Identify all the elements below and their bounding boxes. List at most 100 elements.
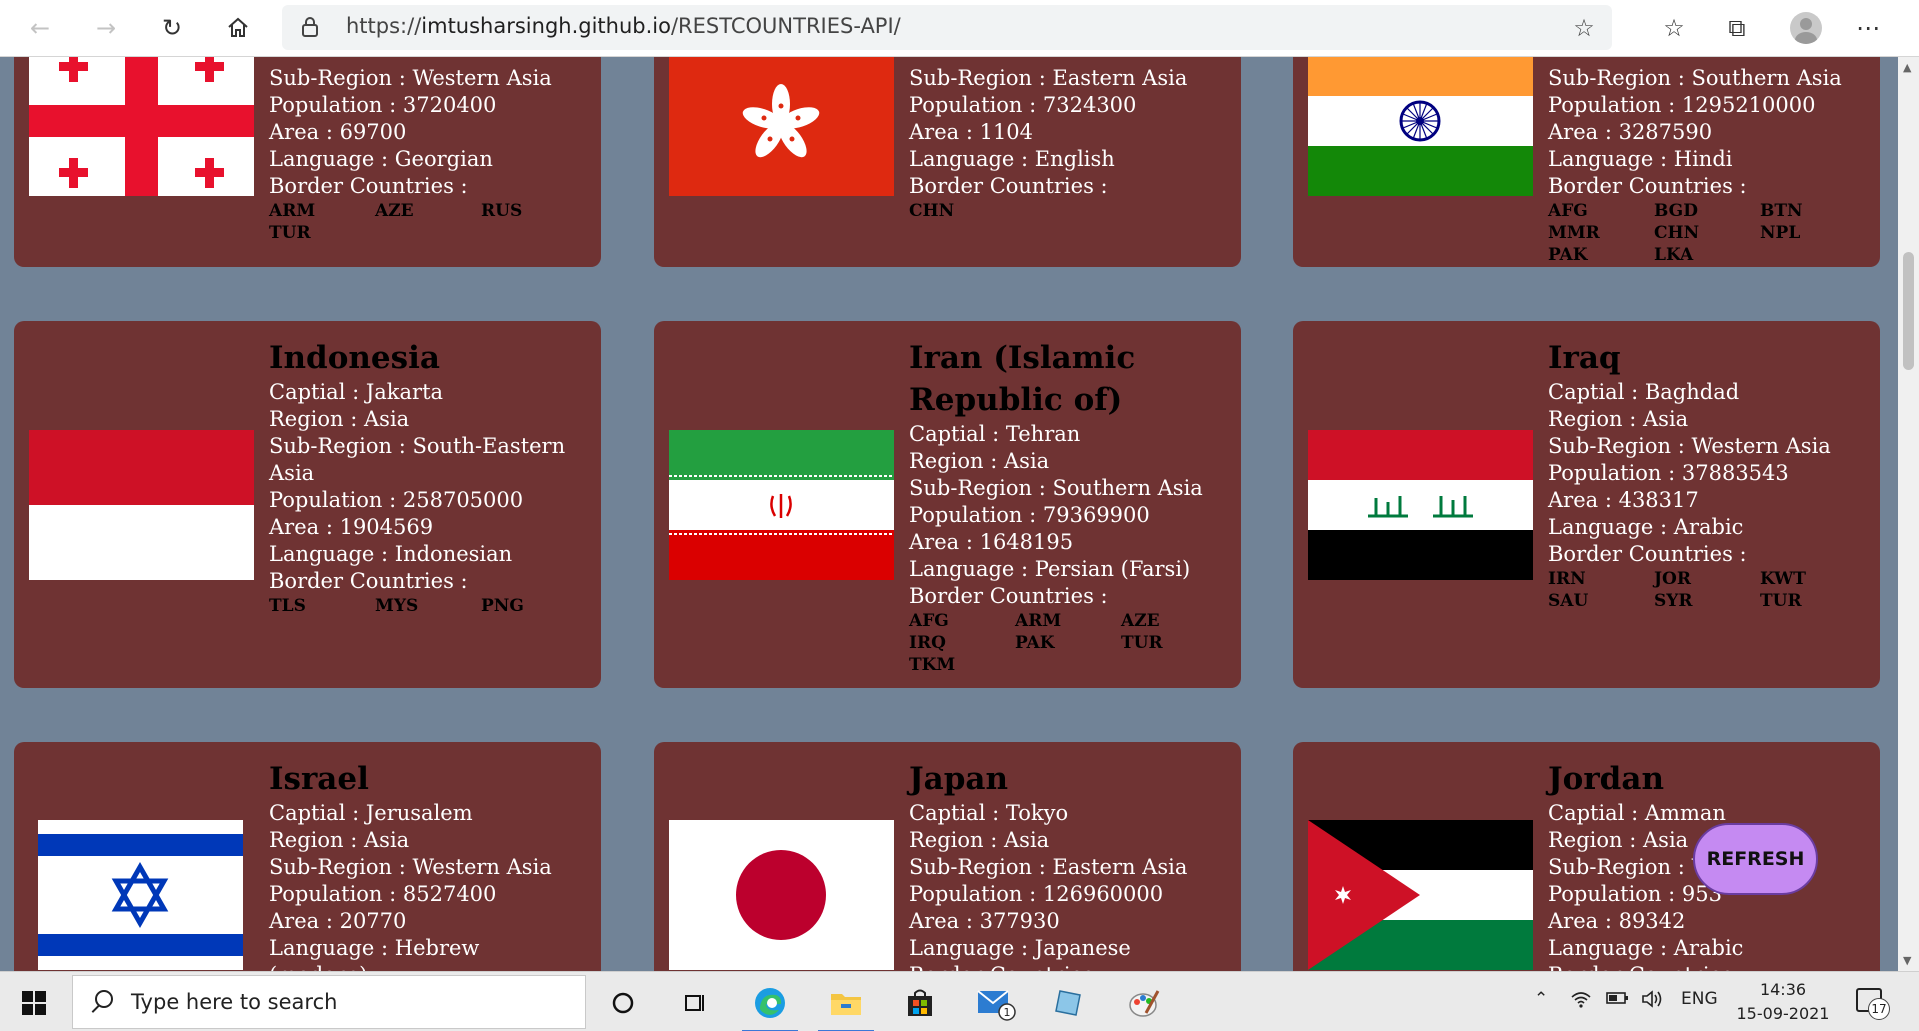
capital-text: Captial : Jakarta [269, 380, 444, 404]
profile-avatar[interactable] [1790, 12, 1822, 44]
border-countries-label: Border Countries : [269, 569, 468, 593]
area-text: Area : 20770 [269, 909, 407, 933]
border-code[interactable]: ARM [1015, 610, 1121, 632]
border-code[interactable]: CHN [909, 200, 1015, 222]
israel-flag [38, 820, 243, 970]
border-code[interactable]: PAK [1548, 244, 1654, 266]
border-list: CHN [909, 200, 1224, 222]
border-countries-label: Border Countries : [909, 584, 1108, 608]
taskbar-search-box[interactable]: Type here to search [72, 975, 586, 1029]
home-icon[interactable] [220, 10, 256, 46]
task-view-icon[interactable] [665, 978, 725, 1028]
add-favorite-icon[interactable]: ☆ [1568, 12, 1600, 44]
collections-icon[interactable]: ⧉ [1719, 10, 1755, 46]
border-code[interactable]: BGD [1654, 200, 1760, 222]
forward-arrow-icon[interactable]: → [88, 10, 124, 46]
border-code[interactable]: KWT [1760, 568, 1866, 590]
microsoft-store-icon[interactable] [890, 978, 950, 1028]
region-text: Region : Asia [1548, 407, 1689, 431]
border-code[interactable]: LKA [1654, 244, 1760, 266]
battery-icon[interactable] [1605, 989, 1631, 1012]
notification-center-icon[interactable]: 17 [1856, 988, 1890, 1020]
area-text: Area : 1904569 [269, 515, 434, 539]
language-text: Language : Georgian [269, 147, 493, 171]
back-arrow-icon[interactable]: ← [22, 10, 58, 46]
language-indicator[interactable]: ENG [1681, 989, 1718, 1009]
chevron-up-icon[interactable]: ⌃ [1534, 989, 1548, 1009]
border-code[interactable]: PAK [1015, 632, 1121, 654]
refresh-button[interactable]: REFRESH [1693, 823, 1818, 895]
iran-flag [669, 430, 894, 580]
border-list: ARM AZE RUS TUR [269, 200, 584, 244]
url-text[interactable]: https://imtusharsingh.github.io/RESTCOUN… [346, 14, 901, 38]
population-text: Population : 126960000 [909, 882, 1164, 906]
population-text: Population : 1295210000 [1548, 93, 1816, 117]
border-code[interactable]: NPL [1760, 222, 1866, 244]
edge-browser-icon[interactable] [740, 978, 800, 1031]
scroll-up-arrow-icon[interactable]: ▲ [1903, 61, 1911, 74]
country-card-japan: Japan Captial : Tokyo Region : Asia Sub-… [654, 742, 1241, 971]
lock-icon [302, 17, 318, 37]
border-code[interactable]: AZE [375, 200, 481, 222]
mail-icon[interactable]: 1 [966, 978, 1026, 1028]
region-text: Region : Asia [909, 449, 1050, 473]
border-countries-label: Border Countries : [909, 962, 1224, 971]
border-code[interactable]: RUS [481, 200, 587, 222]
area-text: Area : 377930 [909, 909, 1060, 933]
windows-start-icon[interactable] [22, 991, 46, 1015]
reload-icon[interactable]: ↻ [154, 10, 190, 46]
paint-app-icon[interactable] [1114, 978, 1174, 1028]
border-code[interactable]: JOR [1654, 568, 1760, 590]
more-options-icon[interactable]: ⋯ [1850, 10, 1886, 46]
scroll-down-arrow-icon[interactable]: ▼ [1903, 954, 1911, 967]
subregion-text: Sub-Region : Southern Asia [1548, 66, 1842, 90]
border-code[interactable]: SAU [1548, 590, 1654, 612]
area-text: Area : 69700 [269, 120, 407, 144]
border-code[interactable]: SYR [1654, 590, 1760, 612]
volume-icon[interactable] [1641, 989, 1665, 1014]
border-code[interactable]: AZE [1121, 610, 1227, 632]
area-text: Area : 438317 [1548, 488, 1699, 512]
border-code[interactable]: MMR [1548, 222, 1654, 244]
border-code[interactable]: CHN [1654, 222, 1760, 244]
border-code[interactable]: TKM [909, 654, 1015, 676]
country-name: Iran (Islamic Republic of) [909, 340, 1136, 418]
capital-text: Captial : Jerusalem [269, 801, 473, 825]
file-explorer-icon[interactable] [816, 978, 876, 1031]
wifi-icon[interactable] [1570, 989, 1592, 1014]
capital-text: Captial : Amman [1548, 801, 1726, 825]
country-name: Iraq [1548, 340, 1621, 376]
cortana-icon[interactable] [593, 978, 653, 1028]
population-text: Population : 3720400 [269, 93, 497, 117]
population-text: Population : 7324300 [909, 93, 1137, 117]
address-bar[interactable]: https://imtusharsingh.github.io/RESTCOUN… [282, 5, 1612, 50]
country-card-hong-kong: Sub-Region : Eastern Asia Population : 7… [654, 57, 1241, 267]
population-text: Population : 37883543 [1548, 461, 1789, 485]
country-card-israel: Israel Captial : Jerusalem Region : Asia… [14, 742, 601, 971]
area-text: Area : 1648195 [909, 530, 1074, 554]
border-code[interactable]: TUR [1121, 632, 1227, 654]
language-text: Language : Arabic [1548, 936, 1744, 960]
border-code[interactable]: TUR [1760, 590, 1866, 612]
border-code[interactable]: AFG [1548, 200, 1654, 222]
region-text: Region : Asia [269, 828, 410, 852]
border-code[interactable]: ARM [269, 200, 375, 222]
system-clock[interactable]: 14:36 15-09-2021 [1733, 978, 1833, 1026]
border-code[interactable]: MYS [375, 595, 481, 617]
indonesia-flag [29, 430, 254, 580]
country-name: Jordan [1548, 761, 1664, 797]
subregion-text: Sub-Region : Eastern Asia [909, 66, 1188, 90]
area-text: Area : 1104 [909, 120, 1034, 144]
border-code[interactable]: IRQ [909, 632, 1015, 654]
border-code[interactable]: PNG [481, 595, 587, 617]
scroll-thumb[interactable] [1903, 252, 1914, 370]
page-scrollbar[interactable]: ▲ ▼ [1898, 57, 1919, 971]
favorites-icon[interactable]: ☆ [1656, 10, 1692, 46]
border-code[interactable]: TUR [269, 222, 375, 244]
border-code[interactable]: BTN [1760, 200, 1866, 222]
notepad-app-icon[interactable] [1040, 978, 1100, 1028]
border-code[interactable]: TLS [269, 595, 375, 617]
subregion-text: Sub-Region : Western Asia [269, 855, 552, 879]
border-code[interactable]: AFG [909, 610, 1015, 632]
border-code[interactable]: IRN [1548, 568, 1654, 590]
